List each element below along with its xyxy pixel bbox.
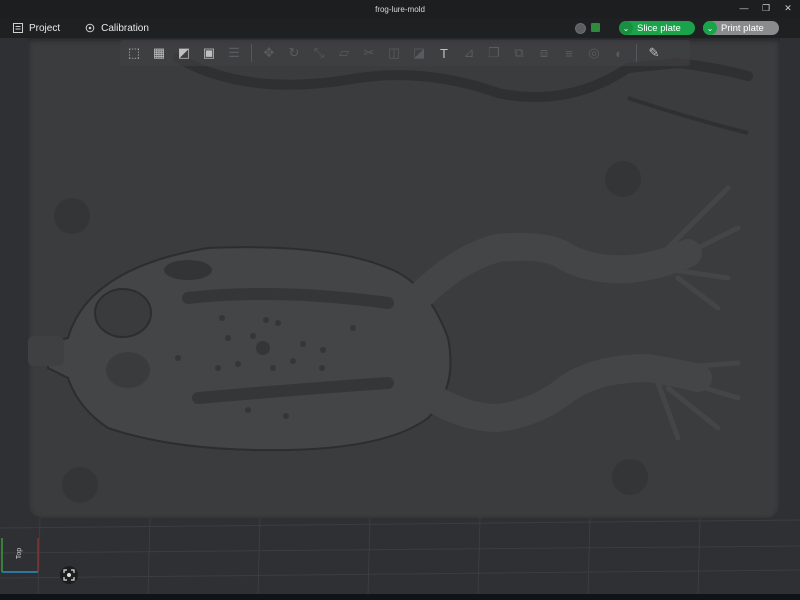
print-plate-label: Print plate xyxy=(721,22,764,34)
project-icon xyxy=(12,23,23,34)
minimize-button[interactable]: — xyxy=(738,3,750,14)
title-bar: frog-lure-mold — ❐ ✕ xyxy=(0,0,800,18)
measure-icon[interactable]: ⊿ xyxy=(459,43,479,63)
calibration-label: Calibration xyxy=(101,22,149,34)
variable-layer-icon[interactable]: ≡ xyxy=(559,43,579,63)
window-controls: — ❐ ✕ xyxy=(738,3,794,14)
edit-icon[interactable]: ✎ xyxy=(644,43,664,63)
window-title: frog-lure-mold xyxy=(375,4,425,14)
close-button[interactable]: ✕ xyxy=(782,3,794,14)
frog-mold-model xyxy=(28,53,753,503)
maximize-button[interactable]: ❐ xyxy=(760,3,772,14)
rotate-icon[interactable]: ↻ xyxy=(284,43,304,63)
print-plate-button[interactable]: ⌄ Print plate xyxy=(703,21,779,35)
object-toolbar: ⬚ ▦ ◩ ▣ ☰ ✥ ↻ ⤡ ▱ ✂ ◫ ◪ T ⊿ ❒ ⧉ ⧈ ≡ ◎ ◐ ✎ xyxy=(120,40,690,66)
boolean-icon[interactable]: ◎ xyxy=(584,43,604,63)
support-paint-icon[interactable]: ◫ xyxy=(384,43,404,63)
calibration-menu[interactable]: Calibration xyxy=(72,18,161,38)
color-paint-icon[interactable]: ◐ xyxy=(609,43,629,63)
print-dropdown-icon[interactable]: ⌄ xyxy=(703,21,717,35)
auto-orient-icon[interactable]: ◩ xyxy=(174,43,194,63)
3d-viewport[interactable]: ⬚ ▦ ◩ ▣ ☰ ✥ ↻ ⤡ ▱ ✂ ◫ ◪ T ⊿ ❒ ⧉ ⧈ ≡ ◎ ◐ ✎ Top xyxy=(0,38,800,594)
status-strip xyxy=(0,594,800,600)
add-cube-icon[interactable]: ⬚ xyxy=(124,43,144,63)
focus-icon xyxy=(63,569,75,581)
toolbar-separator xyxy=(251,44,252,62)
calibration-icon xyxy=(84,23,95,34)
cut-icon[interactable]: ✂ xyxy=(359,43,379,63)
text-icon[interactable]: T xyxy=(434,43,454,63)
connection-status-icon[interactable] xyxy=(575,23,586,34)
device-status-icon[interactable] xyxy=(591,23,600,32)
zoom-to-fit-button[interactable] xyxy=(60,566,78,584)
split-parts-icon[interactable]: ⧈ xyxy=(534,43,554,63)
mold-plate[interactable] xyxy=(28,38,780,518)
project-menu[interactable]: Project xyxy=(0,18,72,38)
view-label: Top xyxy=(16,547,24,560)
seam-paint-icon[interactable]: ◪ xyxy=(409,43,429,63)
layers-icon[interactable]: ☰ xyxy=(224,43,244,63)
slice-plate-label: Slice plate xyxy=(637,22,681,34)
lay-on-face-icon[interactable]: ▱ xyxy=(334,43,354,63)
slice-plate-button[interactable]: ⌄ Slice plate xyxy=(619,21,695,35)
scale-icon[interactable]: ⤡ xyxy=(309,43,329,63)
assembly-icon[interactable]: ❒ xyxy=(484,43,504,63)
split-objects-icon[interactable]: ⧉ xyxy=(509,43,529,63)
move-icon[interactable]: ✥ xyxy=(259,43,279,63)
toolbar-separator xyxy=(636,44,637,62)
grid-icon[interactable]: ▦ xyxy=(149,43,169,63)
slice-dropdown-icon[interactable]: ⌄ xyxy=(619,21,633,35)
arrange-icon[interactable]: ▣ xyxy=(199,43,219,63)
project-label: Project xyxy=(29,22,61,34)
